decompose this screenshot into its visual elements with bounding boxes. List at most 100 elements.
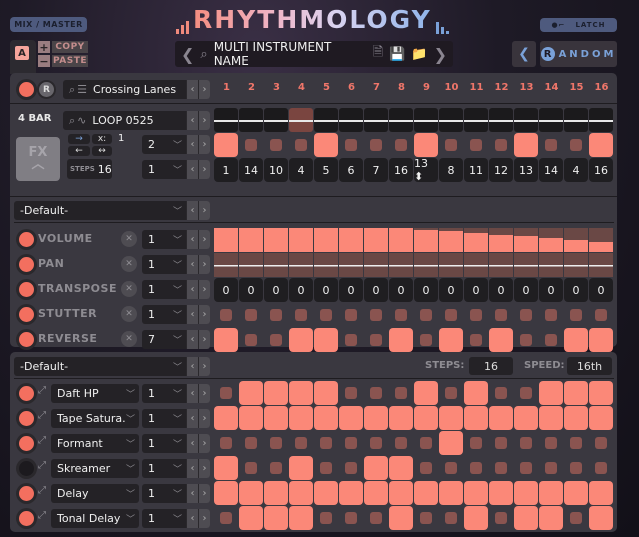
fx-power-button[interactable] [19,461,34,476]
fx-step[interactable] [414,406,438,430]
direction-pingpong-button[interactable]: ↔ [92,146,112,156]
fx-power-button[interactable] [19,411,34,426]
transpose-step[interactable]: 0 [464,278,488,302]
slice-order-step[interactable]: 1 [214,158,238,182]
fx-step[interactable] [489,506,513,530]
waveform-slice[interactable] [314,108,338,132]
transpose-step[interactable]: 0 [589,278,613,302]
trigger-step[interactable] [239,133,263,157]
pan-step[interactable] [364,253,388,277]
stutter-step[interactable] [214,303,238,327]
trigger-step[interactable] [539,133,563,157]
slice-order-step[interactable]: 14 [239,158,263,182]
reverse-step[interactable] [539,328,563,352]
reverse-step[interactable] [414,328,438,352]
reverse-step[interactable] [264,328,288,352]
fx-step[interactable] [514,456,538,480]
next-loop-icon[interactable]: › [198,111,210,130]
waveform-slice[interactable] [214,108,238,132]
fx-step[interactable] [364,406,388,430]
fx-step[interactable] [389,406,413,430]
fx-step[interactable] [289,381,313,405]
slice-order-step[interactable]: 5 [314,158,338,182]
waveform-slice[interactable] [414,108,438,132]
fx-step[interactable] [514,431,538,455]
fx-step[interactable] [264,456,288,480]
fx-step[interactable] [439,381,463,405]
fx-step[interactable] [339,481,363,505]
fx-step[interactable] [589,431,613,455]
volume-step[interactable] [239,228,263,252]
trigger-step[interactable] [339,133,363,157]
fx-step[interactable] [264,506,288,530]
fx-step[interactable] [564,456,588,480]
fx-step[interactable] [289,406,313,430]
waveform-slice[interactable] [439,108,463,132]
waveform-slice[interactable] [289,108,313,132]
fx-step[interactable] [314,381,338,405]
slice-order-step[interactable]: 4 [289,158,313,182]
fx-step[interactable] [239,406,263,430]
slice-order-step[interactable]: 16 [389,158,413,182]
random-button[interactable]: R ANDOM [540,41,617,67]
fx-step[interactable] [339,506,363,530]
save-icon[interactable]: 💾 [389,47,405,62]
prev-icon[interactable]: ‹ [186,384,198,403]
fx-step[interactable] [489,456,513,480]
prev-icon[interactable]: ‹ [186,160,198,179]
stutter-step[interactable] [589,303,613,327]
stutter-step[interactable] [314,303,338,327]
transpose-step[interactable]: 0 [564,278,588,302]
prev-icon[interactable]: ‹ [186,409,198,428]
slice-order-step[interactable]: 6 [339,158,363,182]
power-button[interactable] [19,282,34,297]
volume-step[interactable] [414,228,438,252]
fx-step[interactable] [364,456,388,480]
prev-icon[interactable]: ‹ [186,509,198,528]
fx-step[interactable] [539,381,563,405]
fx-step[interactable] [289,456,313,480]
pattern-select[interactable]: ⌕ ☰ Crossing Lanes ‹ › [63,80,210,99]
power-button[interactable] [19,82,34,97]
next-icon[interactable]: › [198,305,210,324]
volume-step[interactable] [464,228,488,252]
plus-icon[interactable]: + [38,41,50,54]
prev-icon[interactable]: ‹ [186,330,198,349]
fx-power-button[interactable] [19,511,34,526]
fx-step[interactable] [414,506,438,530]
steps-box[interactable]: STEPS 16 [67,159,112,179]
power-button[interactable] [19,332,34,347]
waveform-slice[interactable] [539,108,563,132]
modulation-value-select[interactable]: 1 ﹀ ‹ › [142,230,210,249]
fx-step[interactable] [589,381,613,405]
next-icon[interactable]: › [198,135,210,154]
fx-type-select[interactable]: Daft HP ﹀ [51,384,139,403]
fx-type-select[interactable]: Formant ﹀ [51,434,139,453]
pan-step[interactable] [289,253,313,277]
volume-step[interactable] [314,228,338,252]
stutter-step[interactable] [264,303,288,327]
fx-step[interactable] [464,381,488,405]
transpose-step[interactable]: 0 [314,278,338,302]
fx-step[interactable] [364,506,388,530]
waveform-slice[interactable] [364,108,388,132]
fx-step[interactable] [464,481,488,505]
fx-step[interactable] [314,506,338,530]
pan-step[interactable] [439,253,463,277]
fx-power-button[interactable] [19,436,34,451]
fx-value-select[interactable]: 1 ﹀ ‹ › [142,434,210,453]
clear-icon[interactable]: ✕ [121,331,137,347]
pan-step[interactable] [539,253,563,277]
fx-type-select[interactable]: Skreamer ﹀ [51,459,139,478]
fx-step[interactable] [514,506,538,530]
expand-icon[interactable]: ⤢ [38,435,46,446]
modulation-value-select[interactable]: 1 ﹀ ‹ › [142,255,210,274]
fx-step[interactable] [489,431,513,455]
fx-step[interactable] [539,456,563,480]
modulation-preset-select[interactable]: -Default- ﹀ ‹ › [14,201,210,220]
fx-step[interactable] [264,431,288,455]
fx-step[interactable] [489,406,513,430]
fx-step[interactable] [539,431,563,455]
volume-step[interactable] [489,228,513,252]
fx-step[interactable] [339,431,363,455]
